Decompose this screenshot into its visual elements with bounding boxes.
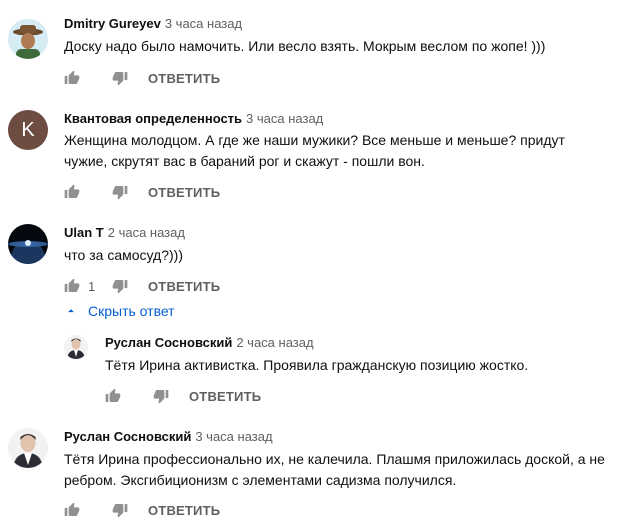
- comment-actions: 1 ОТВЕТИТЬ: [64, 276, 220, 296]
- reply-button[interactable]: ОТВЕТИТЬ: [148, 185, 220, 200]
- comment-text-line: чужие, скрутят вас в бараний рог и скажу…: [64, 153, 425, 169]
- thumb-down-icon[interactable]: [112, 502, 128, 518]
- thumb-up-icon[interactable]: [64, 70, 80, 86]
- thumb-up-icon[interactable]: [64, 502, 80, 518]
- comment-header: Квантовая определенность 3 часа назад: [64, 111, 323, 127]
- comment-time[interactable]: 2 часа назад: [108, 225, 185, 240]
- comment-header: Ulan T 2 часа назад: [64, 225, 185, 241]
- like-count: 1: [88, 278, 96, 294]
- comment-time[interactable]: 3 часа назад: [195, 429, 272, 444]
- comment-text: Тётя Ирина профессионально их, не калечи…: [64, 449, 624, 491]
- thumb-down-icon[interactable]: [112, 70, 128, 86]
- comment-actions: ОТВЕТИТЬ: [64, 182, 220, 202]
- reply-button[interactable]: ОТВЕТИТЬ: [148, 279, 220, 294]
- thumb-down-icon[interactable]: [112, 184, 128, 200]
- author-name[interactable]: Ulan T: [64, 225, 104, 240]
- comment-time[interactable]: 3 часа назад: [246, 111, 323, 126]
- thumb-down-icon[interactable]: [112, 278, 128, 294]
- thumb-up-icon[interactable]: [105, 388, 121, 404]
- comment-time[interactable]: 3 часа назад: [165, 16, 242, 31]
- avatar[interactable]: [8, 19, 48, 59]
- comment-text: Доску надо было намочить. Или весло взят…: [64, 38, 546, 54]
- avatar[interactable]: [64, 335, 88, 359]
- hide-replies-button[interactable]: Скрыть ответ: [64, 303, 175, 319]
- thumb-down-icon[interactable]: [153, 388, 169, 404]
- comment-text-line: Тётя Ирина профессионально их, не калечи…: [64, 451, 605, 467]
- reply-actions: ОТВЕТИТЬ: [105, 386, 261, 406]
- author-name[interactable]: Dmitry Gureyev: [64, 16, 161, 31]
- thumb-up-icon[interactable]: [64, 184, 80, 200]
- avatar[interactable]: K: [8, 110, 48, 150]
- comment-text-line: Женщина молодцом. А где же наши мужики? …: [64, 132, 565, 148]
- author-name[interactable]: Руслан Сосновский: [105, 335, 232, 350]
- comment-text: Женщина молодцом. А где же наши мужики? …: [64, 130, 624, 172]
- hide-replies-label: Скрыть ответ: [88, 303, 175, 319]
- comment-time[interactable]: 2 часа назад: [236, 335, 313, 350]
- avatar-letter: K: [21, 118, 35, 141]
- comment-header: Dmitry Gureyev 3 часа назад: [64, 16, 242, 32]
- reply-header: Руслан Сосновский 2 часа назад: [105, 335, 314, 351]
- reply-button[interactable]: ОТВЕТИТЬ: [148, 71, 220, 86]
- author-name[interactable]: Руслан Сосновский: [64, 429, 191, 444]
- thumb-up-icon[interactable]: [64, 278, 80, 294]
- comment-actions: ОТВЕТИТЬ: [64, 68, 220, 88]
- reply-text: Тётя Ирина активистка. Проявила гражданс…: [105, 357, 529, 373]
- comment-actions: ОТВЕТИТЬ: [64, 500, 220, 520]
- avatar[interactable]: [8, 224, 48, 264]
- comment-header: Руслан Сосновский 3 часа назад: [64, 429, 273, 445]
- reply-button[interactable]: ОТВЕТИТЬ: [189, 389, 261, 404]
- author-name[interactable]: Квантовая определенность: [64, 111, 242, 126]
- chevron-up-icon: [68, 309, 74, 313]
- comment-text-line: ребром. Эксгибиционизм с элементами сади…: [64, 472, 457, 488]
- comment-text: что за самосуд?))): [64, 247, 183, 263]
- avatar[interactable]: [8, 428, 48, 468]
- reply-button[interactable]: ОТВЕТИТЬ: [148, 503, 220, 518]
